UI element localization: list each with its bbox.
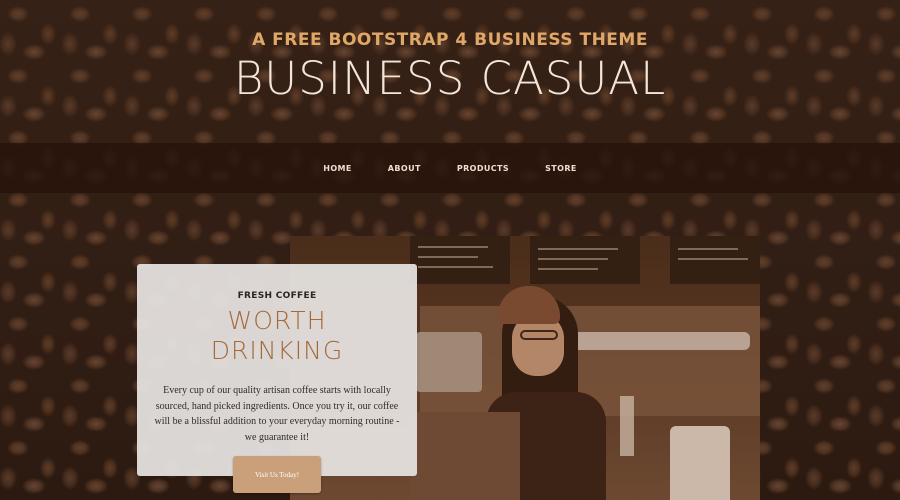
nav-store-link[interactable]: STORE: [545, 164, 577, 173]
main-navbar: HOME ABOUT PRODUCTS STORE: [0, 143, 900, 193]
site-subtitle: A FREE BOOTSTRAP 4 BUSINESS THEME: [252, 30, 648, 50]
intro-heading-line1: WORTH: [227, 306, 327, 335]
site-title: BUSINESS CASUAL: [233, 52, 667, 105]
site-heading: A FREE BOOTSTRAP 4 BUSINESS THEME BUSINE…: [0, 30, 900, 105]
intro-eyebrow: FRESH COFFEE: [237, 291, 317, 301]
intro-card: FRESH COFFEE WORTH DRINKING Every cup of…: [137, 264, 417, 476]
visit-us-button[interactable]: Visit Us Today!: [233, 456, 321, 493]
nav-home-link[interactable]: HOME: [323, 164, 352, 173]
intro-heading-line2: DRINKING: [210, 336, 344, 365]
intro-body: Every cup of our quality artisan coffee …: [154, 385, 400, 443]
nav-about-link[interactable]: ABOUT: [388, 164, 421, 173]
nav-products-link[interactable]: PRODUCTS: [457, 164, 509, 173]
